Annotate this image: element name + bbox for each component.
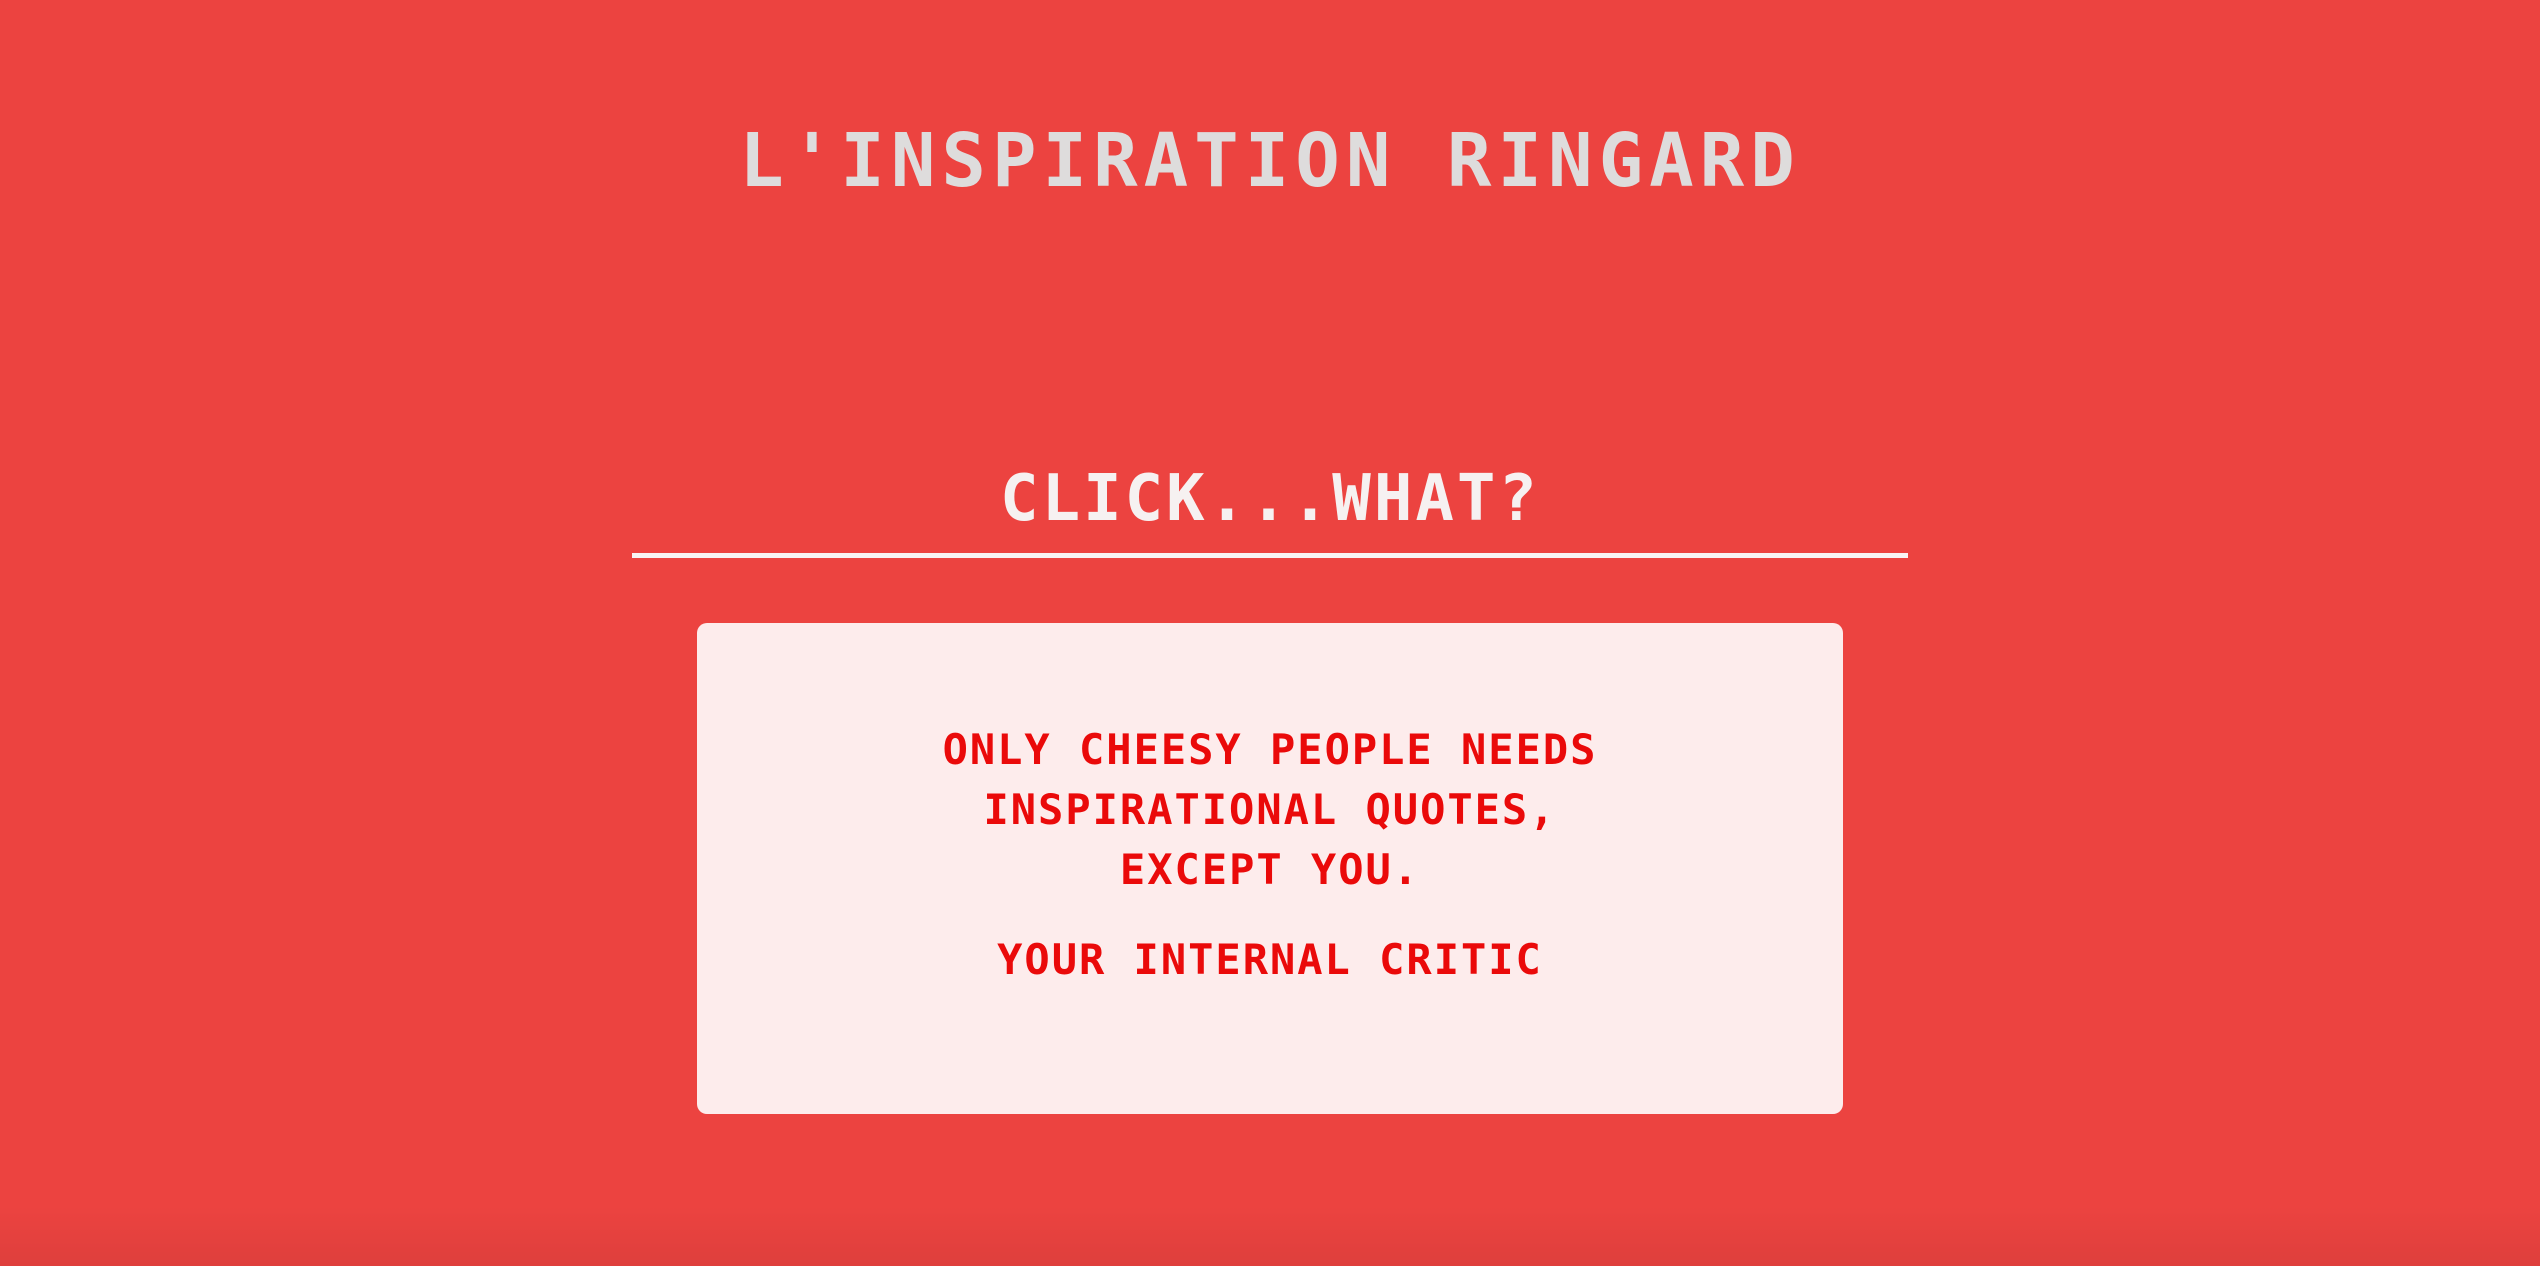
click-what-button[interactable]: CLICK...WHAT?: [632, 452, 1908, 546]
quote-card: ONLY CHEESY PEOPLE NEEDS INSPIRATIONAL Q…: [697, 623, 1843, 1114]
quote-author: YOUR INTERNAL CRITIC: [997, 935, 1543, 984]
quote-line: INSPIRATIONAL QUOTES,: [983, 785, 1557, 834]
site-title: L'INSPIRATION RINGARD: [739, 118, 1801, 204]
quote-line: ONLY CHEESY PEOPLE NEEDS: [942, 725, 1598, 774]
quote-line: EXCEPT YOU.: [1119, 845, 1421, 894]
divider: [632, 553, 1908, 558]
prompt-area: CLICK...WHAT?: [632, 452, 1908, 558]
bottom-shade: [0, 1206, 2540, 1266]
